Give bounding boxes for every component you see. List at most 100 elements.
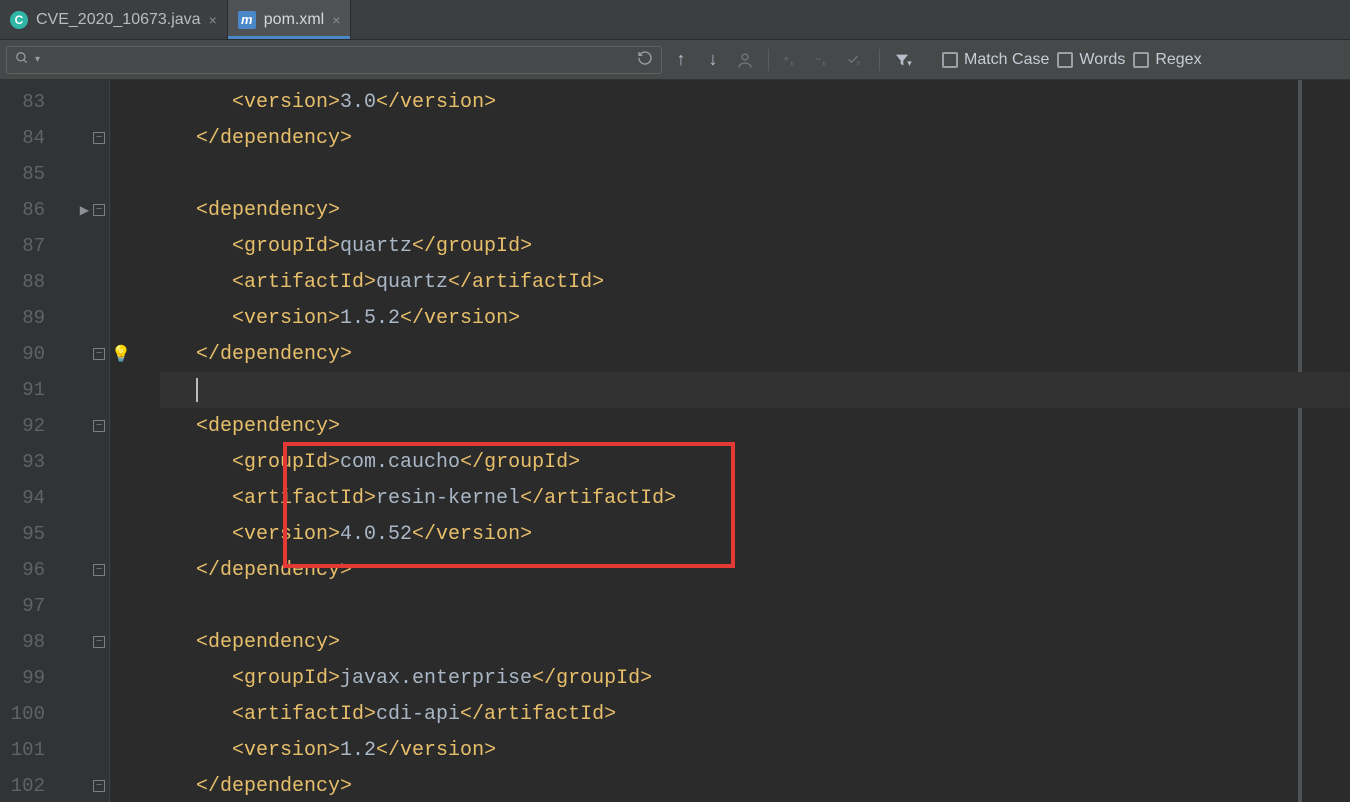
search-field-wrap[interactable]: ▾	[6, 46, 662, 74]
code-line[interactable]: </dependency>	[160, 120, 1350, 156]
line-number[interactable]: 86▶−	[0, 192, 109, 228]
fold-end-icon[interactable]: −	[93, 564, 105, 576]
line-number[interactable]: 100	[0, 696, 109, 732]
line-number[interactable]: 98−	[0, 624, 109, 660]
run-gutter-icon[interactable]: ▶	[80, 203, 89, 218]
match-case-checkbox[interactable]: Match Case	[942, 51, 1049, 69]
code-line[interactable]: <artifactId>quartz</artifactId>	[160, 264, 1350, 300]
code-line[interactable]: <artifactId>cdi-api</artifactId>	[160, 696, 1350, 732]
xml-text-token: 1.5.2	[340, 307, 400, 330]
find-in-selection-icon[interactable]	[732, 47, 758, 73]
line-number[interactable]: 93	[0, 444, 109, 480]
remove-selection-icon[interactable]: −II	[811, 47, 837, 73]
words-label: Words	[1079, 51, 1125, 69]
xml-tag-token: </version>	[400, 307, 520, 330]
svg-text:II: II	[791, 61, 795, 67]
search-input[interactable]	[50, 52, 631, 68]
fold-end-icon[interactable]: −	[93, 132, 105, 144]
line-number[interactable]: 88	[0, 264, 109, 300]
next-occurrence-button[interactable]: ↓	[700, 47, 726, 73]
xml-tag-token: <dependency>	[196, 631, 340, 654]
close-tab-icon[interactable]: ×	[332, 12, 340, 28]
code-line[interactable]: <groupId>com.caucho</groupId>	[160, 444, 1350, 480]
code-line[interactable]: </dependency>	[160, 768, 1350, 802]
maven-file-icon: m	[238, 11, 256, 29]
line-number[interactable]: 84−	[0, 120, 109, 156]
line-number[interactable]: 95	[0, 516, 109, 552]
xml-tag-token: </artifactId>	[520, 487, 676, 510]
class-file-icon: C	[10, 11, 28, 29]
fold-end-icon[interactable]: −	[93, 780, 105, 792]
code-area[interactable]: <version>3.0</version></dependency><depe…	[110, 80, 1350, 802]
line-number[interactable]: 83	[0, 84, 109, 120]
code-line[interactable]: <dependency>	[160, 408, 1350, 444]
code-line[interactable]: <version>4.0.52</version>	[160, 516, 1350, 552]
code-line[interactable]: <version>1.2</version>	[160, 732, 1350, 768]
xml-tag-token: </artifactId>	[448, 271, 604, 294]
editor-area[interactable]: 8384−8586▶−87888990💡−9192−93949596−9798−…	[0, 80, 1350, 802]
toolbar-separator	[879, 49, 880, 71]
code-line[interactable]: <version>3.0</version>	[160, 84, 1350, 120]
search-history-dropdown-icon[interactable]: ▾	[35, 54, 40, 65]
fold-start-icon[interactable]: −	[93, 636, 105, 648]
code-line[interactable]	[160, 588, 1350, 624]
close-tab-icon[interactable]: ×	[209, 12, 217, 28]
code-line[interactable]: <artifactId>resin-kernel</artifactId>	[160, 480, 1350, 516]
line-number[interactable]: 96−	[0, 552, 109, 588]
search-clock-icon[interactable]	[637, 50, 653, 70]
select-all-icon[interactable]: II	[843, 47, 869, 73]
line-number[interactable]: 102−	[0, 768, 109, 802]
xml-tag-token: </version>	[376, 91, 496, 114]
xml-tag-token: <dependency>	[196, 415, 340, 438]
line-number[interactable]: 92−	[0, 408, 109, 444]
line-number[interactable]: 87	[0, 228, 109, 264]
line-number[interactable]: 90💡−	[0, 336, 109, 372]
code-line[interactable]: </dependency>	[160, 552, 1350, 588]
line-number[interactable]: 101	[0, 732, 109, 768]
xml-tag-token: </version>	[412, 523, 532, 546]
add-selection-icon[interactable]: +II	[779, 47, 805, 73]
line-number[interactable]: 94	[0, 480, 109, 516]
words-checkbox[interactable]: Words	[1057, 51, 1125, 69]
tab-label: pom.xml	[264, 11, 324, 29]
code-line[interactable]: <dependency>	[160, 624, 1350, 660]
xml-tag-token: </dependency>	[196, 775, 352, 798]
regex-checkbox[interactable]: Regex	[1133, 51, 1201, 69]
xml-text-token: 1.2	[340, 739, 376, 762]
tab-cve_2020_10673-java[interactable]: CCVE_2020_10673.java×	[0, 0, 228, 39]
xml-text-token: 3.0	[340, 91, 376, 114]
toolbar-separator	[768, 49, 769, 71]
fold-start-icon[interactable]: −	[93, 420, 105, 432]
fold-end-icon[interactable]: −	[93, 348, 105, 360]
fold-start-icon[interactable]: −	[93, 204, 105, 216]
line-number[interactable]: 89	[0, 300, 109, 336]
xml-tag-token: </artifactId>	[460, 703, 616, 726]
line-number[interactable]: 97	[0, 588, 109, 624]
editor-tabs: CCVE_2020_10673.java× m pom.xml ×	[0, 0, 1350, 40]
xml-text-token: resin-kernel	[376, 487, 520, 510]
xml-text-token: quartz	[376, 271, 448, 294]
line-number[interactable]: 85	[0, 156, 109, 192]
xml-text-token: quartz	[340, 235, 412, 258]
code-line[interactable]	[160, 372, 1350, 408]
xml-tag-token: </dependency>	[196, 559, 352, 582]
code-line[interactable]: <groupId>quartz</groupId>	[160, 228, 1350, 264]
active-tab-underline	[228, 36, 351, 39]
text-caret	[196, 378, 198, 402]
find-toolbar: ▾ ↑ ↓ +II −II II ▾ Match Case Words Rege…	[0, 40, 1350, 80]
filter-icon[interactable]: ▾	[890, 47, 916, 73]
line-number[interactable]: 91	[0, 372, 109, 408]
line-number[interactable]: 99	[0, 660, 109, 696]
xml-text-token: 4.0.52	[340, 523, 412, 546]
regex-label: Regex	[1155, 51, 1201, 69]
code-line[interactable]: <dependency>	[160, 192, 1350, 228]
code-line[interactable]	[160, 156, 1350, 192]
code-line[interactable]: <version>1.5.2</version>	[160, 300, 1350, 336]
prev-occurrence-button[interactable]: ↑	[668, 47, 694, 73]
code-line[interactable]: </dependency>	[160, 336, 1350, 372]
gutter[interactable]: 8384−8586▶−87888990💡−9192−93949596−9798−…	[0, 80, 110, 802]
xml-tag-token: <groupId>	[232, 235, 340, 258]
xml-tag-token: <artifactId>	[232, 271, 376, 294]
tab-pom-xml[interactable]: m pom.xml ×	[228, 0, 352, 39]
code-line[interactable]: <groupId>javax.enterprise</groupId>	[160, 660, 1350, 696]
